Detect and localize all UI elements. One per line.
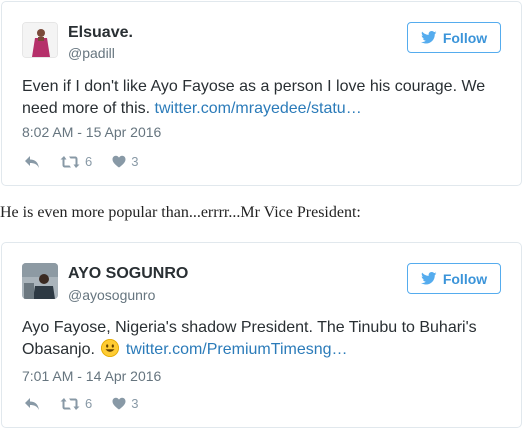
tweet-timestamp[interactable]: 7:01 AM - 14 Apr 2016 (22, 368, 161, 384)
author-name[interactable]: AYO SOGUNRO (68, 265, 188, 283)
retweet-button[interactable]: 6 (60, 396, 92, 411)
author-handle[interactable]: @ayosogunro (68, 287, 155, 303)
retweet-count: 6 (85, 396, 93, 411)
reply-icon (25, 397, 39, 410)
reply-button[interactable] (24, 397, 40, 411)
retweet-icon (60, 397, 80, 410)
smiley-emoji-icon (101, 339, 120, 357)
reply-icon (25, 155, 39, 168)
tweet-actions: 6 3 (24, 396, 158, 411)
tweet-text: Ayo Fayose, Nigeria's shadow President. … (22, 317, 501, 361)
retweet-icon (60, 155, 80, 168)
tweet-link[interactable]: twitter.com/PremiumTimesng… (126, 341, 348, 358)
follow-button[interactable]: Follow (407, 22, 501, 53)
author-handle[interactable]: @padill (68, 45, 115, 61)
tweet-link[interactable]: twitter.com/mrayedee/statu… (155, 100, 362, 117)
avatar[interactable] (22, 22, 58, 58)
article-paragraph: He is even more popular than...errrr...M… (0, 204, 361, 221)
follow-label: Follow (442, 270, 488, 287)
tweet-text: Even if I don't like Ayo Fayose as a per… (22, 76, 501, 120)
author-name[interactable]: Elsuave. (68, 24, 133, 42)
follow-button[interactable]: Follow (407, 263, 501, 294)
embedded-tweet: AYO SOGUNRO @ayosogunro Follow Ayo Fayos… (1, 242, 522, 428)
tweet-timestamp[interactable]: 8:02 AM - 15 Apr 2016 (22, 124, 161, 140)
heart-icon (112, 155, 126, 168)
retweet-count: 6 (85, 154, 93, 169)
reply-button[interactable] (24, 155, 40, 169)
avatar-image (23, 23, 57, 57)
follow-label: Follow (442, 29, 488, 46)
avatar-image (22, 263, 58, 299)
embedded-tweet: Elsuave. @padill Follow Even if I don't … (1, 1, 522, 186)
tweet-actions: 6 3 (24, 154, 158, 169)
retweet-button[interactable]: 6 (60, 154, 92, 169)
heart-icon (112, 397, 126, 410)
like-button[interactable]: 3 (112, 396, 138, 411)
like-count: 3 (131, 396, 139, 411)
like-button[interactable]: 3 (112, 154, 138, 169)
avatar[interactable] (22, 263, 58, 299)
twitter-bird-icon (420, 272, 437, 285)
like-count: 3 (131, 154, 139, 169)
twitter-bird-icon (420, 31, 437, 44)
